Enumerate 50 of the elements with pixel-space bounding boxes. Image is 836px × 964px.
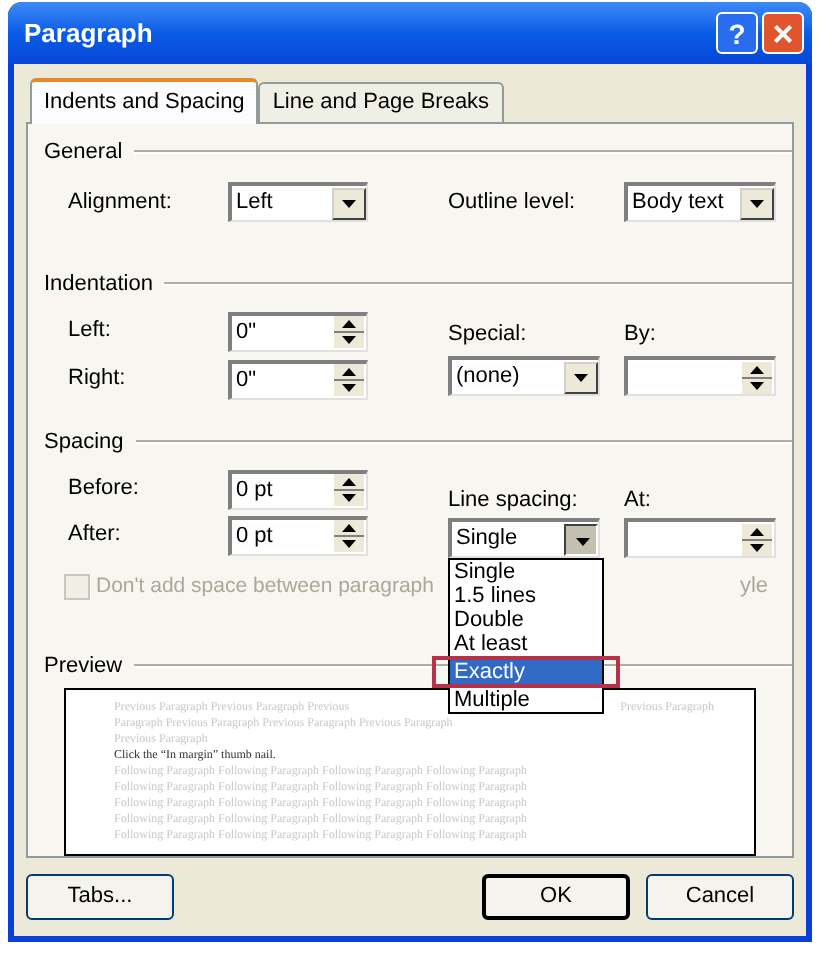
field-label: At:	[624, 485, 653, 516]
right-indent-field[interactable]: 0"	[228, 359, 368, 400]
spinner-arrows-icon[interactable]	[742, 523, 772, 556]
field-label: After:	[68, 520, 123, 551]
field-label: Line spacing:	[448, 485, 580, 516]
spinner-arrows-icon[interactable]	[334, 474, 364, 507]
before-spacing-field[interactable]: 0 pt	[228, 469, 368, 510]
field-label: By:	[624, 319, 658, 350]
checkbox-label: yle	[739, 572, 768, 603]
group-heading: Spacing	[44, 428, 124, 459]
tab[interactable]: Line and Page Breaks	[258, 82, 504, 122]
help-button[interactable]: ?	[716, 12, 758, 54]
dropdown-option[interactable]: Multiple	[450, 687, 602, 712]
dropdown-arrow-icon	[342, 199, 356, 208]
spinner-arrows-icon[interactable]	[334, 364, 364, 397]
dialog-button[interactable]: Cancel	[646, 874, 794, 920]
dropdown-arrow-icon	[574, 373, 588, 382]
window-title: Paragraph	[22, 15, 155, 52]
field-label: Special:	[448, 319, 529, 350]
dropdown-option[interactable]: Single	[450, 559, 602, 584]
dialog-button[interactable]: OK	[482, 874, 630, 920]
field-label: Alignment:	[68, 187, 174, 218]
field-label: Left:	[68, 316, 113, 347]
dropdown-option[interactable]: 1.5 lines	[450, 583, 602, 608]
spinner-arrows-icon[interactable]	[334, 520, 364, 553]
field-label: Before:	[68, 474, 141, 505]
field-label: Right:	[68, 364, 128, 395]
at-field[interactable]	[624, 518, 776, 559]
close-button[interactable]: ×	[762, 12, 804, 54]
group-heading: Indentation	[44, 270, 153, 301]
after-spacing-field[interactable]: 0 pt	[228, 515, 368, 556]
dropdown-option[interactable]: Exactly	[450, 659, 602, 684]
left-indent-field[interactable]: 0"	[228, 311, 368, 352]
spinner-arrows-icon[interactable]	[334, 316, 364, 349]
special-dropdown[interactable]: (none)	[448, 356, 600, 397]
outline-level-dropdown[interactable]: Body text	[624, 182, 776, 223]
by-field[interactable]	[624, 356, 776, 397]
dropdown-arrow-icon	[750, 199, 764, 208]
alignment-dropdown[interactable]: Left	[228, 182, 368, 223]
line-spacing-dropdown[interactable]: Single	[448, 518, 600, 559]
tab[interactable]: Indents and Spacing	[30, 78, 259, 124]
dropdown-option[interactable]: At least	[450, 631, 602, 656]
group-heading: General	[44, 138, 123, 168]
dropdown-option[interactable]: Double	[450, 607, 602, 632]
field-label: Outline level:	[448, 187, 578, 218]
spinner-arrows-icon[interactable]	[742, 361, 772, 394]
checkbox-label: Don't add space between paragraph	[96, 571, 434, 602]
group-heading: Preview	[44, 651, 123, 682]
dropdown-arrow-icon	[576, 537, 590, 546]
dialog-button[interactable]: Tabs...	[26, 874, 174, 920]
